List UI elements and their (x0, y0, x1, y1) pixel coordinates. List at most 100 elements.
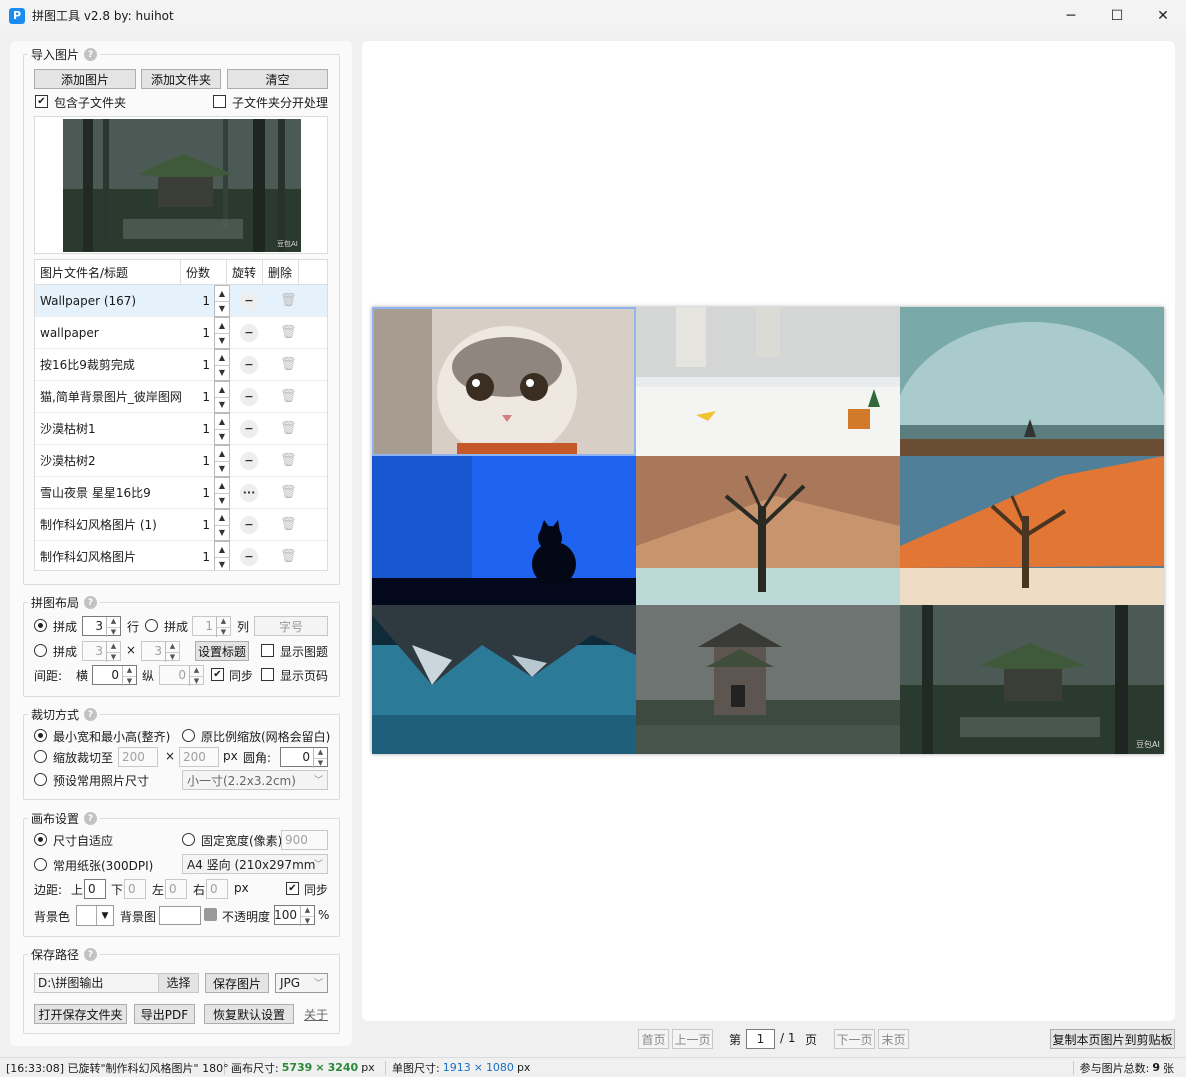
stepper-up-icon[interactable]: ▲ (215, 382, 229, 398)
stepper-down-icon[interactable]: ▼ (215, 526, 229, 541)
stepper-down-icon[interactable]: ▼ (215, 302, 229, 317)
close-button[interactable]: ✕ (1140, 0, 1186, 31)
spacing-sync-checkbox[interactable]: ✔ (211, 668, 224, 681)
stepper-up-icon[interactable]: ▲ (215, 542, 229, 558)
crop-scale-radio[interactable] (34, 750, 47, 763)
table-row[interactable]: 雪山夜景 星星16比9 1 ▲ ▼ ··· 🗑 (35, 477, 327, 509)
restore-defaults-button[interactable]: 恢复默认设置 (204, 1004, 294, 1024)
margin-top-input[interactable]: 0 (84, 879, 106, 899)
rotate-icon[interactable]: − (240, 451, 258, 470)
collage-cell-blue-cat[interactable] (372, 456, 636, 605)
first-page-button[interactable]: 首页 (638, 1029, 669, 1049)
stepper-up-icon[interactable]: ▲ (215, 350, 229, 366)
layout-cols-radio[interactable] (145, 619, 158, 632)
collage-cell-desert-tree-1[interactable] (636, 456, 900, 605)
stepper-down-icon[interactable]: ▼ (215, 334, 229, 349)
row-count-stepper[interactable]: ▲ ▼ (214, 349, 230, 381)
stepper-up-icon[interactable]: ▲ (215, 446, 229, 462)
prev-page-button[interactable]: 上一页 (672, 1029, 713, 1049)
table-row[interactable]: 制作科幻风格图片 (1) 1 ▲ ▼ − 🗑 (35, 509, 327, 541)
about-link[interactable]: 关于 (304, 1006, 328, 1023)
stepper-up-icon[interactable]: ▲ (215, 414, 229, 430)
canvas-paper-radio[interactable] (34, 858, 47, 871)
rotate-icon[interactable]: − (240, 515, 258, 534)
fixed-width-input[interactable]: 900 (281, 830, 328, 850)
h-spacing-input[interactable]: 0 ▲ ▼ (92, 665, 137, 686)
row-count-stepper[interactable]: ▲ ▼ (214, 445, 230, 477)
collage-cell-pagoda-2[interactable]: 豆包AI (900, 605, 1164, 754)
include-subfolders-checkbox[interactable]: ✔ (35, 95, 48, 108)
row-count-stepper[interactable]: ▲ ▼ (214, 509, 230, 541)
table-row[interactable]: 制作科幻风格图片 1 ▲ ▼ − 🗑 (35, 541, 327, 570)
crop-preset-radio[interactable] (34, 773, 47, 786)
next-page-button[interactable]: 下一页 (834, 1029, 875, 1049)
font-size-button[interactable]: 字号 (254, 616, 328, 636)
row-count-stepper[interactable]: ▲ ▼ (214, 413, 230, 445)
help-icon[interactable]: ? (84, 708, 98, 721)
help-icon[interactable]: ? (84, 48, 98, 61)
copy-to-clipboard-button[interactable]: 复制本页图片到剪贴板 (1050, 1029, 1175, 1049)
bg-color-picker[interactable]: ▼ (76, 905, 114, 926)
add-folder-button[interactable]: 添加文件夹 (141, 69, 221, 89)
stepper-down-icon[interactable]: ▼ (215, 430, 229, 445)
minimize-button[interactable]: ─ (1048, 0, 1094, 31)
collage-cell-table[interactable] (636, 307, 900, 456)
format-select[interactable]: JPG ﹀ (275, 973, 328, 993)
grid-a-input[interactable]: 3 ▲ ▼ (82, 641, 121, 662)
stepper-down-icon[interactable]: ▼ (215, 494, 229, 509)
crop-height-input[interactable]: 200 (179, 747, 219, 767)
trash-icon[interactable]: 🗑 (280, 293, 297, 308)
save-path-field[interactable]: D:\拼图输出 选择 (34, 973, 199, 993)
rotate-icon[interactable]: − (240, 323, 258, 342)
help-icon[interactable]: ? (84, 948, 98, 961)
rotate-icon[interactable]: − (240, 547, 258, 566)
export-pdf-button[interactable]: 导出PDF (134, 1004, 195, 1024)
trash-icon[interactable]: 🗑 (280, 421, 297, 436)
layout-rows-radio[interactable] (34, 619, 47, 632)
clear-button[interactable]: 清空 (227, 69, 328, 89)
canvas-fixed-radio[interactable] (182, 833, 195, 846)
radius-input[interactable]: 0 ▲ ▼ (280, 747, 328, 768)
v-spacing-input[interactable]: 0 ▲ ▼ (159, 665, 204, 686)
collage-cell-cat[interactable] (372, 307, 636, 456)
margin-left-input[interactable]: 0 (165, 879, 187, 899)
help-icon[interactable]: ? (84, 596, 98, 609)
help-icon[interactable]: ? (84, 812, 98, 825)
margin-right-input[interactable]: 0 (206, 879, 228, 899)
separate-subfolders-checkbox[interactable] (213, 95, 226, 108)
stepper-up-icon[interactable]: ▲ (215, 510, 229, 526)
trash-icon[interactable]: 🗑 (280, 485, 297, 500)
cols-input[interactable]: 1 ▲ ▼ (192, 616, 231, 637)
open-folder-button[interactable]: 打开保存文件夹 (34, 1004, 127, 1024)
crop-width-input[interactable]: 200 (118, 747, 158, 767)
trash-icon[interactable]: 🗑 (280, 549, 297, 564)
last-page-button[interactable]: 末页 (878, 1029, 909, 1049)
stepper-down-icon[interactable]: ▼ (215, 398, 229, 413)
choose-button[interactable]: 选择 (158, 974, 198, 992)
stepper-up-icon[interactable]: ▲ (215, 318, 229, 334)
table-row[interactable]: Wallpaper (167) 1 ▲ ▼ − 🗑 (35, 285, 327, 317)
margin-bottom-input[interactable]: 0 (124, 879, 146, 899)
collage-cell-pagoda-1[interactable] (636, 605, 900, 754)
stepper-down-icon[interactable]: ▼ (215, 366, 229, 381)
table-row[interactable]: wallpaper 1 ▲ ▼ − 🗑 (35, 317, 327, 349)
row-count-stepper[interactable]: ▲ ▼ (214, 381, 230, 413)
paper-size-select[interactable]: A4 竖向 (210x297mm ﹀ (182, 854, 328, 874)
show-title-checkbox[interactable] (261, 644, 274, 657)
row-count-stepper[interactable]: ▲ ▼ (214, 317, 230, 349)
row-count-stepper[interactable]: ▲ ▼ (214, 285, 230, 317)
collage-cell-desert-tree-2[interactable] (900, 456, 1164, 605)
collage-cell-planet[interactable] (900, 307, 1164, 456)
rotate-icon[interactable]: ··· (240, 483, 258, 502)
rotate-icon[interactable]: − (240, 355, 258, 374)
stepper-down-icon[interactable]: ▼ (215, 462, 229, 477)
layout-grid-radio[interactable] (34, 644, 47, 657)
add-image-button[interactable]: 添加图片 (34, 69, 136, 89)
rotate-icon[interactable]: − (240, 419, 258, 438)
row-count-stepper[interactable]: ▲ ▼ (214, 477, 230, 509)
opacity-input[interactable]: 100 ▲ ▼ (274, 905, 315, 926)
maximize-button[interactable]: ☐ (1094, 0, 1140, 31)
show-page-checkbox[interactable] (261, 668, 274, 681)
crop-ratio-radio[interactable] (182, 729, 195, 742)
margin-sync-checkbox[interactable]: ✔ (286, 882, 299, 895)
